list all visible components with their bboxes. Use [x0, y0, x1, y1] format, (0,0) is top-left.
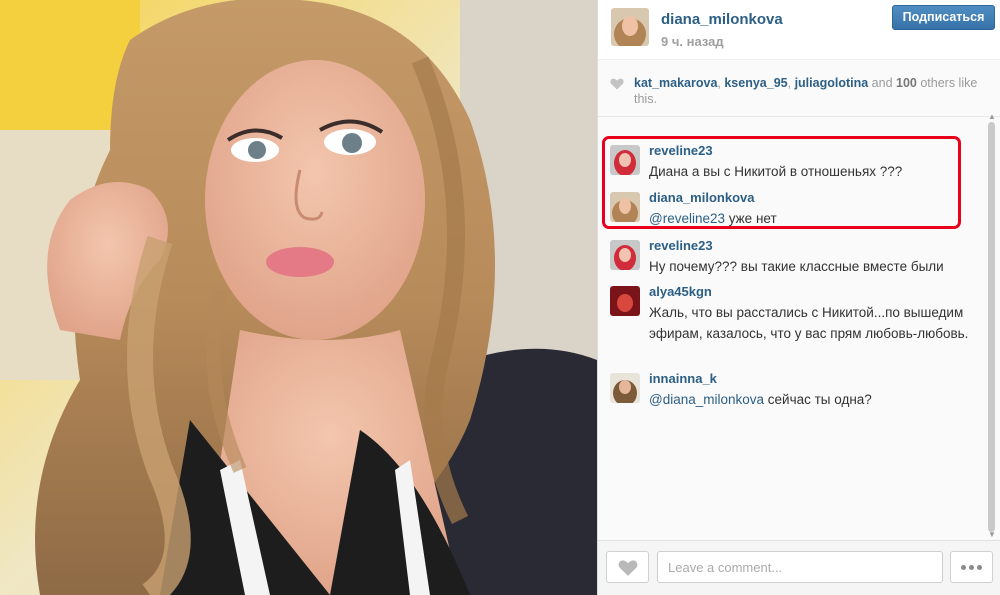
post-timestamp[interactable]: 9 ч. назад: [661, 34, 724, 49]
avatar[interactable]: [610, 240, 640, 270]
comment-body: сейчас ты одна?: [764, 392, 872, 407]
liker-link[interactable]: kat_makarova: [634, 76, 717, 90]
liker-link[interactable]: juliagolotina: [795, 76, 869, 90]
comment-username[interactable]: reveline23: [649, 238, 713, 253]
ellipsis-icon: [977, 565, 982, 570]
likes-summary: kat_makarova, ksenya_95, juliagolotina a…: [598, 61, 1000, 117]
heart-icon: [610, 78, 624, 90]
post-header: diana_milonkova 9 ч. назад Подписаться: [598, 0, 1000, 60]
avatar[interactable]: [610, 373, 640, 403]
follow-button[interactable]: Подписаться: [892, 5, 995, 30]
comment-text: @diana_milonkova сейчас ты одна?: [649, 389, 979, 410]
likes-and: and: [868, 76, 896, 90]
scroll-down-icon[interactable]: ▼: [988, 530, 996, 539]
like-button[interactable]: [606, 551, 649, 583]
likes-count[interactable]: 100: [896, 76, 917, 90]
comment-username[interactable]: reveline23: [649, 143, 713, 158]
comment-input[interactable]: [657, 551, 943, 583]
comment-body: уже нет: [725, 211, 777, 226]
post-sidebar: diana_milonkova 9 ч. назад Подписаться k…: [597, 0, 1000, 595]
scroll-thumb[interactable]: [988, 122, 995, 532]
comments-scrollbar[interactable]: ▲ ▼: [987, 112, 996, 542]
mention-link[interactable]: @diana_milonkova: [649, 392, 764, 407]
avatar[interactable]: [610, 286, 640, 316]
more-options-button[interactable]: [950, 551, 993, 583]
likes-text: kat_makarova, ksenya_95, juliagolotina a…: [634, 75, 990, 107]
post-photo[interactable]: [0, 0, 597, 595]
comment-text: Диана а вы с Никитой в отношеньях ???: [649, 164, 903, 179]
comment-list: reveline23 Диана а вы с Никитой в отноше…: [598, 118, 1000, 538]
instagram-post-view: diana_milonkova 9 ч. назад Подписаться k…: [0, 0, 1000, 595]
comment-composer: [598, 540, 1000, 595]
ellipsis-icon: [969, 565, 974, 570]
comment-text: @reveline23 уже нет: [649, 208, 979, 229]
liker-link[interactable]: ksenya_95: [724, 76, 787, 90]
comment-text: Ну почему??? вы такие классные вместе бы…: [649, 259, 944, 274]
avatar[interactable]: [610, 192, 640, 222]
avatar[interactable]: [611, 8, 649, 46]
comment-username[interactable]: innainna_k: [649, 371, 717, 386]
avatar[interactable]: [610, 145, 640, 175]
mention-link[interactable]: @reveline23: [649, 211, 725, 226]
comment-username[interactable]: alya45kgn: [649, 284, 712, 299]
photo-image: [0, 0, 597, 595]
ellipsis-icon: [961, 565, 966, 570]
likes-separator: ,: [787, 76, 795, 90]
scroll-up-icon[interactable]: ▲: [988, 112, 996, 121]
post-author-username[interactable]: diana_milonkova: [661, 11, 783, 28]
comment-username[interactable]: diana_milonkova: [649, 190, 754, 205]
heart-icon: [618, 560, 638, 576]
comment-text: Жаль, что вы расстались с Никитой...по в…: [649, 305, 969, 341]
